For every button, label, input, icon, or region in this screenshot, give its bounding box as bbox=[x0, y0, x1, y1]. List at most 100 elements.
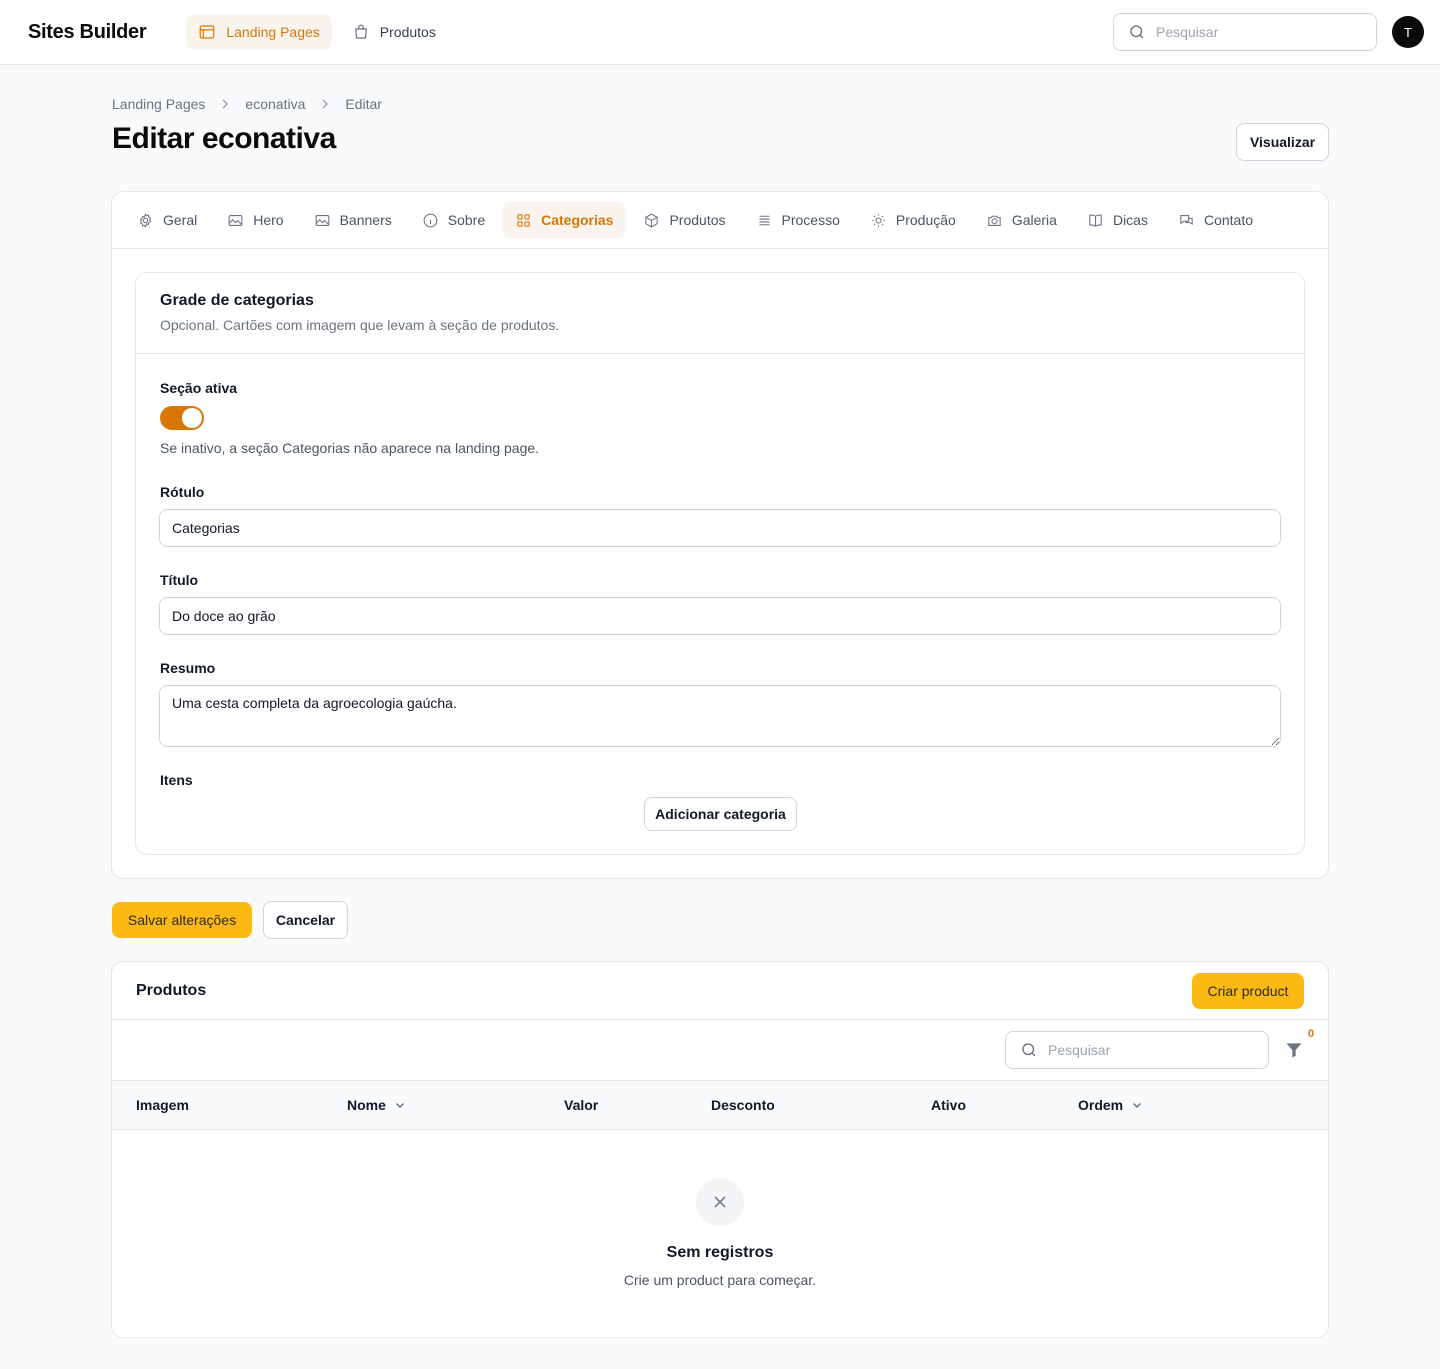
tab-processo[interactable]: Processo bbox=[743, 202, 853, 238]
chevron-right-icon bbox=[222, 99, 229, 109]
view-button[interactable]: Visualizar bbox=[1236, 123, 1329, 161]
products-title: Produtos bbox=[136, 981, 207, 999]
breadcrumb-landing-pages[interactable]: Landing Pages bbox=[112, 96, 205, 112]
filter-count-badge: 0 bbox=[1308, 1028, 1315, 1040]
edit-card: Geral Hero Banners Sobre Categorias Prod… bbox=[111, 191, 1329, 879]
products-header: Produtos Criar product bbox=[112, 962, 1328, 1020]
table-search[interactable] bbox=[1005, 1031, 1269, 1069]
chevron-down-icon bbox=[1133, 1102, 1142, 1109]
topnav-produtos[interactable]: Produtos bbox=[340, 14, 448, 50]
column-label: Ativo bbox=[931, 1097, 966, 1113]
column-label: Desconto bbox=[711, 1097, 775, 1113]
products-card: Produtos Criar product 0 Imagem Nome Val… bbox=[111, 961, 1329, 1338]
image-icon bbox=[228, 214, 243, 226]
column-label: Valor bbox=[564, 1097, 599, 1113]
info-icon bbox=[423, 213, 438, 227]
table-search-input[interactable] bbox=[1048, 1042, 1248, 1058]
categories-section: Grade de categorias Opcional. Cartões co… bbox=[135, 272, 1305, 855]
tab-label: Galeria bbox=[1011, 212, 1057, 228]
summary-field-label: Resumo bbox=[160, 660, 216, 676]
filter-icon[interactable] bbox=[1284, 1040, 1304, 1060]
empty-description: Crie um product para começar. bbox=[623, 1272, 817, 1288]
brand-logo[interactable]: Sites Builder bbox=[28, 21, 147, 44]
breadcrumb: Landing Pages econativa Editar bbox=[112, 96, 382, 112]
top-bar: Sites Builder Landing Pages Produtos T bbox=[0, 0, 1440, 65]
active-toggle[interactable] bbox=[160, 406, 204, 430]
tab-producao[interactable]: Produção bbox=[857, 202, 969, 238]
create-product-button[interactable]: Criar product bbox=[1192, 972, 1304, 1009]
tab-produtos[interactable]: Produtos bbox=[630, 202, 738, 238]
cube-icon bbox=[645, 213, 659, 227]
gear-icon bbox=[139, 212, 152, 228]
tab-sobre[interactable]: Sobre bbox=[409, 202, 498, 238]
tab-geral[interactable]: Geral bbox=[124, 202, 210, 238]
window-icon bbox=[200, 25, 215, 39]
page-title: Editar econativa bbox=[112, 122, 336, 155]
tab-dicas[interactable]: Dicas bbox=[1074, 202, 1161, 238]
column-label: Ordem bbox=[1078, 1097, 1124, 1113]
tab-label: Hero bbox=[253, 212, 284, 228]
image-icon bbox=[315, 214, 329, 226]
camera-icon bbox=[988, 215, 1001, 226]
tab-label: Geral bbox=[163, 212, 198, 228]
close-icon bbox=[714, 1196, 726, 1208]
avatar[interactable]: T bbox=[1392, 16, 1424, 48]
tab-banners[interactable]: Banners bbox=[301, 202, 405, 238]
tab-label: Sobre bbox=[447, 212, 486, 228]
column-nome[interactable]: Nome bbox=[347, 1097, 406, 1113]
chevron-right-icon bbox=[322, 99, 329, 109]
tab-label: Contato bbox=[1203, 212, 1254, 228]
empty-state: Sem registros Crie um product para começ… bbox=[112, 1130, 1328, 1337]
label-input[interactable] bbox=[159, 509, 1281, 547]
grid-icon bbox=[517, 213, 530, 227]
tab-label: Categorias bbox=[541, 212, 614, 228]
save-button[interactable]: Salvar alterações bbox=[112, 902, 252, 938]
chat-icon bbox=[1180, 214, 1193, 225]
global-search[interactable] bbox=[1113, 13, 1377, 51]
sun-icon bbox=[872, 213, 885, 227]
tab-label: Produção bbox=[895, 212, 956, 228]
column-valor: Valor bbox=[564, 1097, 598, 1113]
column-desconto: Desconto bbox=[711, 1097, 775, 1113]
column-imagem: Imagem bbox=[136, 1097, 189, 1113]
chevron-down-icon bbox=[395, 1102, 404, 1109]
breadcrumb-econativa[interactable]: econativa bbox=[245, 96, 305, 112]
add-category-button[interactable]: Adicionar categoria bbox=[644, 797, 797, 831]
list-icon bbox=[759, 215, 769, 225]
label-field-label: Rótulo bbox=[160, 484, 205, 500]
section-description: Opcional. Cartões com imagem que levam à… bbox=[160, 317, 560, 333]
column-ordem[interactable]: Ordem bbox=[1078, 1097, 1143, 1113]
top-nav: Landing Pages Produtos bbox=[186, 14, 447, 50]
column-ativo: Ativo bbox=[931, 1097, 966, 1113]
tab-galeria[interactable]: Galeria bbox=[973, 202, 1070, 238]
table-toolbar: 0 bbox=[112, 1020, 1328, 1081]
tab-hero[interactable]: Hero bbox=[214, 202, 296, 238]
search-icon bbox=[1022, 1043, 1036, 1057]
topnav-landing-pages[interactable]: Landing Pages bbox=[186, 14, 332, 50]
column-label: Imagem bbox=[136, 1097, 189, 1113]
tab-contato[interactable]: Contato bbox=[1165, 202, 1266, 238]
tab-label: Processo bbox=[781, 212, 840, 228]
tab-label: Banners bbox=[339, 212, 392, 228]
title-input[interactable] bbox=[159, 597, 1281, 635]
tab-categorias[interactable]: Categorias bbox=[502, 202, 627, 238]
topnav-label: Produtos bbox=[379, 24, 436, 40]
summary-textarea[interactable]: Uma cesta completa da agroecologia gaúch… bbox=[159, 685, 1281, 747]
active-hint: Se inativo, a seção Categorias não apare… bbox=[160, 440, 540, 456]
breadcrumb-current: Editar bbox=[345, 96, 382, 112]
items-label: Itens bbox=[160, 772, 193, 788]
empty-state-icon-wrap bbox=[696, 1178, 744, 1226]
tab-label: Produtos bbox=[669, 212, 726, 228]
search-icon bbox=[1130, 25, 1144, 39]
column-label: Nome bbox=[347, 1097, 386, 1113]
book-icon bbox=[1089, 214, 1102, 227]
section-header: Grade de categorias Opcional. Cartões co… bbox=[136, 273, 1304, 354]
title-field-label: Título bbox=[160, 572, 199, 588]
table-header: Imagem Nome Valor Desconto Ativo Ordem bbox=[112, 1081, 1328, 1130]
topnav-label: Landing Pages bbox=[226, 24, 320, 40]
search-input[interactable] bbox=[1156, 24, 1356, 40]
tab-label: Dicas bbox=[1112, 212, 1148, 228]
section-title: Grade de categorias bbox=[160, 292, 314, 309]
cancel-button[interactable]: Cancelar bbox=[263, 901, 348, 939]
empty-title: Sem registros bbox=[666, 1244, 774, 1261]
